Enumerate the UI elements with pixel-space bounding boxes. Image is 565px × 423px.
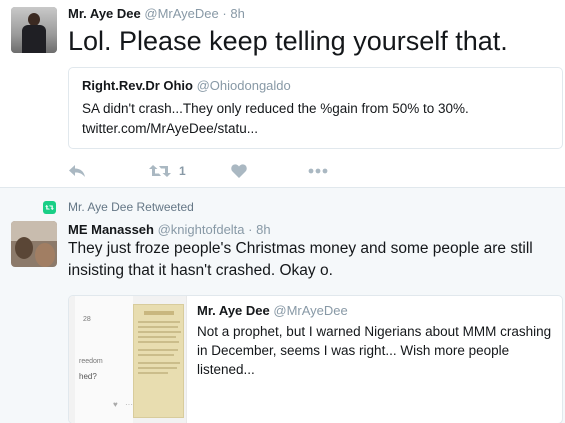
quoted-link[interactable]: twitter.com/MrAyeDee/statu... (82, 119, 549, 139)
quoted-text: Not a prophet, but I warned Nigerians ab… (197, 324, 552, 377)
reply-button[interactable] (68, 162, 86, 180)
thumbnail-text-line (138, 367, 177, 369)
thumbnail-text-line (138, 336, 176, 338)
thumbnail-text-line (138, 326, 178, 328)
quoted-tweet[interactable]: 28 reedom hed? ♥ ··· Mr. Aye Dee @MrAyeD… (68, 295, 563, 423)
thumbnail-text-line (138, 349, 178, 351)
quoted-media-thumbnail[interactable]: 28 reedom hed? ♥ ··· (69, 296, 187, 423)
avatar[interactable] (11, 221, 57, 267)
thumbnail-text-line (138, 331, 181, 333)
author-name[interactable]: Mr. Aye Dee (68, 6, 141, 21)
retweet-context: Mr. Aye Dee Retweeted (43, 200, 194, 214)
quoted-header: Mr. Aye Dee @MrAyeDee (197, 303, 348, 318)
tweet-actions: 1 (68, 162, 368, 180)
retweet-button[interactable]: 1 (149, 162, 186, 180)
retweet-icon (149, 165, 171, 177)
timestamp[interactable]: 8h (256, 222, 270, 237)
heart-icon (231, 164, 247, 178)
thumbnail-title-bar (144, 311, 174, 315)
avatar-figure (15, 237, 33, 259)
thumbnail-text-line (138, 354, 174, 356)
quoted-header: Right.Rev.Dr Ohio @Ohiodongaldo (82, 78, 549, 93)
author-name[interactable]: ME Manasseh (68, 222, 154, 237)
thumbnail-more-icon: ··· (125, 400, 133, 409)
quoted-author-handle[interactable]: @MrAyeDee (273, 303, 347, 318)
timestamp[interactable]: 8h (230, 6, 244, 21)
thumbnail-heart-icon: ♥ (113, 400, 118, 409)
quoted-text: SA didn't crash...They only reduced the … (82, 99, 549, 139)
more-button[interactable] (308, 162, 328, 180)
thumbnail-text-line (138, 372, 168, 374)
tweet-1: Mr. Aye Dee @MrAyeDee · 8h Lol. Please k… (0, 0, 565, 187)
retweet-badge-icon (43, 200, 56, 214)
separator-dot: · (222, 6, 227, 21)
author-handle[interactable]: @knightofdelta (158, 222, 245, 237)
retweet-count: 1 (179, 164, 186, 178)
quoted-tweet[interactable]: Right.Rev.Dr Ohio @Ohiodongaldo SA didn'… (68, 67, 563, 149)
thumbnail-text-line (138, 362, 180, 364)
quoted-author-handle[interactable]: @Ohiodongaldo (197, 78, 291, 93)
quoted-author-name[interactable]: Mr. Aye Dee (197, 303, 270, 318)
thumbnail-text: reedom (79, 358, 103, 365)
tweet-header: Mr. Aye Dee @MrAyeDee · 8h (68, 6, 245, 21)
separator-dot: · (248, 222, 253, 237)
thumbnail-text: hed? (79, 372, 97, 381)
thumbnail-text: 28 (83, 316, 91, 323)
tweet-2: Mr. Aye Dee Retweeted ME Manasseh @knigh… (0, 187, 565, 423)
reply-icon (69, 165, 85, 177)
quoted-text-line: SA didn't crash...They only reduced the … (82, 101, 469, 116)
avatar-figure (35, 243, 55, 267)
author-handle[interactable]: @MrAyeDee (144, 6, 218, 21)
tweet-text: Lol. Please keep telling yourself that. (68, 26, 508, 56)
quoted-author-name[interactable]: Right.Rev.Dr Ohio (82, 78, 193, 93)
thumbnail-screenshot (133, 304, 184, 418)
avatar-body (22, 25, 46, 53)
thumbnail-text-line (138, 321, 180, 323)
retweet-context-text[interactable]: Mr. Aye Dee Retweeted (68, 200, 194, 214)
avatar[interactable] (11, 7, 57, 53)
thumbnail-text-line (138, 341, 179, 343)
tweet-text: They just froze people's Christmas money… (68, 240, 533, 279)
more-dots-icon (308, 168, 328, 174)
tweet-header: ME Manasseh @knightofdelta · 8h (68, 222, 271, 237)
like-button[interactable] (231, 162, 247, 180)
